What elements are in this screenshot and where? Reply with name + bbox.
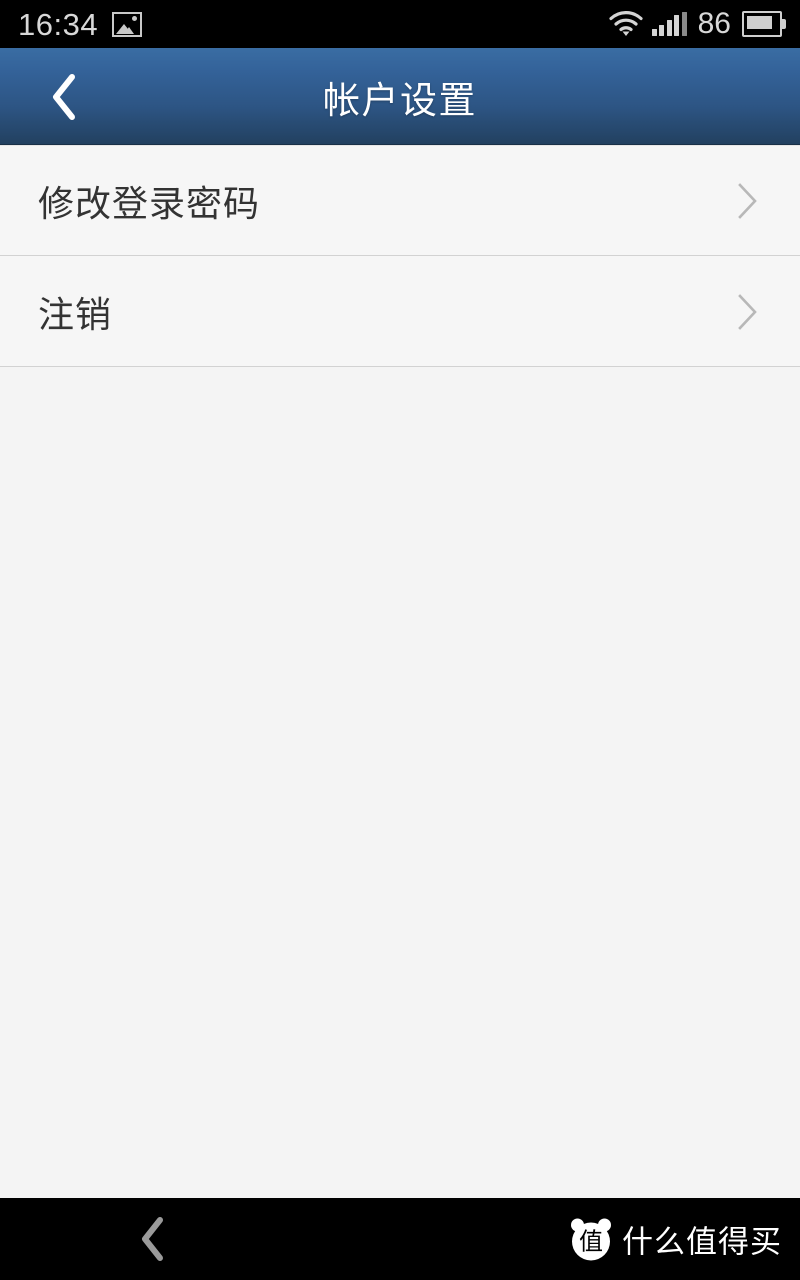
smzdm-watermark: 值 什么值得买 xyxy=(570,1217,782,1262)
empty-content-area xyxy=(0,367,800,1198)
list-item-label: 修改登录密码 xyxy=(38,183,261,225)
photo-icon xyxy=(112,11,143,37)
smzdm-watermark-text: 什么值得买 xyxy=(622,1224,782,1261)
status-bar-right: 86 xyxy=(609,9,786,39)
settings-list: 修改登录密码 注销 xyxy=(0,145,800,367)
phone-screen: 16:34 86 帐户设置 修改登录密码 注销 值 什么值得买 xyxy=(0,0,800,1280)
chevron-left-icon xyxy=(53,73,75,120)
nav-back-button[interactable] xyxy=(108,1198,198,1280)
smzdm-badge-glyph: 值 xyxy=(579,1227,603,1255)
app-header: 帐户设置 xyxy=(0,48,800,145)
list-item-logout[interactable]: 注销 xyxy=(0,256,800,367)
status-bar: 16:34 86 xyxy=(0,0,800,48)
list-item-change-password[interactable]: 修改登录密码 xyxy=(0,145,800,256)
status-time: 16:34 xyxy=(18,6,99,42)
chevron-left-icon xyxy=(142,1217,163,1261)
system-navigation-bar: 值 什么值得买 xyxy=(0,1198,800,1280)
signal-bars-icon xyxy=(651,12,687,36)
status-bar-left: 16:34 xyxy=(18,6,143,42)
list-item-label: 注销 xyxy=(38,294,113,336)
wifi-icon xyxy=(609,11,643,37)
header-back-button[interactable] xyxy=(0,48,130,145)
chevron-right-icon xyxy=(732,288,762,336)
chevron-right-icon xyxy=(732,177,762,225)
battery-icon xyxy=(742,11,786,37)
battery-percent-label: 86 xyxy=(697,7,731,40)
smzdm-badge-icon: 值 xyxy=(570,1218,612,1260)
page-title: 帐户设置 xyxy=(323,78,477,122)
